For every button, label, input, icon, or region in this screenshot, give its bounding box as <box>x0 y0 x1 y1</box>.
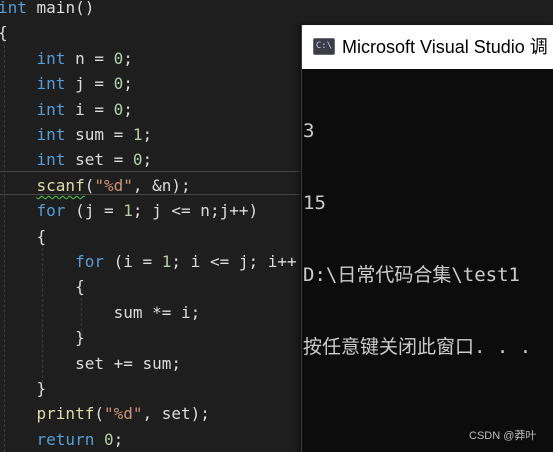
code-token: 0 <box>113 48 124 68</box>
code-line: int sum = 1; <box>0 122 153 147</box>
code-token: for <box>36 201 66 221</box>
code-token: ; j <= n;j++) <box>132 201 259 221</box>
code-token: { <box>36 226 47 246</box>
code-line: int i = 0; <box>0 97 133 122</box>
code-line: int j = 0; <box>0 71 133 96</box>
code-line: int main() <box>0 0 94 20</box>
code-line: return 0; <box>0 427 124 452</box>
code-token: 0 <box>103 429 114 449</box>
code-token: n = <box>65 48 114 68</box>
console-titlebar[interactable]: C:\ Microsoft Visual Studio 调 <box>302 25 553 69</box>
code-token: int <box>36 99 66 119</box>
code-line: { <box>0 274 85 299</box>
code-token: j = <box>65 74 114 94</box>
code-token: for <box>75 252 104 271</box>
console-window[interactable]: C:\ Microsoft Visual Studio 调 3 15 D:\日常… <box>301 25 553 452</box>
console-output-line: 15 <box>303 192 326 214</box>
code-token: , &n); <box>132 175 191 195</box>
code-line: int n = 0; <box>0 46 133 71</box>
code-token: 0 <box>113 74 124 94</box>
code-token: i = <box>65 99 114 119</box>
code-token: sum = <box>65 125 133 144</box>
code-token: int <box>36 150 66 170</box>
code-line: int set = 0; <box>0 147 153 172</box>
code-token: } <box>75 328 85 348</box>
code-token: { <box>0 23 8 42</box>
code-token: "%d" <box>94 175 133 195</box>
code-token: } <box>36 379 47 398</box>
code-line: scanf("%d", &n); <box>0 173 191 198</box>
console-title: Microsoft Visual Studio 调 <box>342 37 548 57</box>
console-output-line: 按任意键关闭此窗口. . . <box>303 336 532 358</box>
code-token: ( <box>94 404 104 424</box>
code-token: (j = <box>65 201 124 221</box>
code-line: sum *= i; <box>0 300 201 325</box>
code-token: ; <box>142 125 153 144</box>
code-token: 1 <box>123 201 133 221</box>
code-token: main() <box>26 0 95 17</box>
code-line: { <box>0 20 8 45</box>
console-output: 3 15 D:\日常代码合集\test1 按任意键关闭此窗口. . . <box>303 71 553 407</box>
console-app-icon: C:\ <box>313 38 335 55</box>
code-token: int <box>0 0 27 17</box>
code-token: ; <box>123 48 133 68</box>
code-token: set <box>75 353 104 373</box>
code-token: 0 <box>113 99 124 119</box>
code-token: ; i <= j; i++ <box>171 252 297 271</box>
code-token: scanf <box>36 175 85 195</box>
code-token: sum <box>113 302 143 322</box>
code-line: } <box>0 376 47 401</box>
code-token: { <box>75 277 85 297</box>
code-token: printf <box>36 404 95 424</box>
code-token: ; <box>123 99 133 119</box>
code-line: printf("%d", set); <box>0 401 210 426</box>
watermark: CSDN @莽叶 <box>469 430 537 442</box>
code-line: } <box>0 325 85 350</box>
code-token: , set); <box>142 404 210 424</box>
console-output-line: 3 <box>303 120 315 142</box>
code-token: "%d" <box>103 404 143 424</box>
code-token: ; <box>142 150 153 170</box>
code-token: set = <box>65 150 133 170</box>
code-line: for (i = 1; i <= j; i++ <box>0 249 297 274</box>
code-token: int <box>36 125 66 144</box>
code-line: set += sum; <box>0 351 181 376</box>
code-token: ; <box>113 429 124 449</box>
code-token: int <box>36 48 66 68</box>
code-token: int <box>36 74 66 94</box>
code-token: += sum; <box>103 353 182 373</box>
code-line: for (j = 1; j <= n;j++) <box>0 198 259 223</box>
code-line: { <box>0 224 47 249</box>
code-token: 0 <box>132 150 143 170</box>
code-token: 1 <box>161 252 172 271</box>
code-token: 1 <box>132 125 143 144</box>
code-token: *= i; <box>142 302 201 322</box>
code-token: return <box>36 429 95 449</box>
console-output-line: D:\日常代码合集\test1 <box>303 264 520 286</box>
code-token: ( <box>84 175 95 195</box>
code-token: ; <box>123 74 133 94</box>
code-token: (i = <box>103 252 162 271</box>
